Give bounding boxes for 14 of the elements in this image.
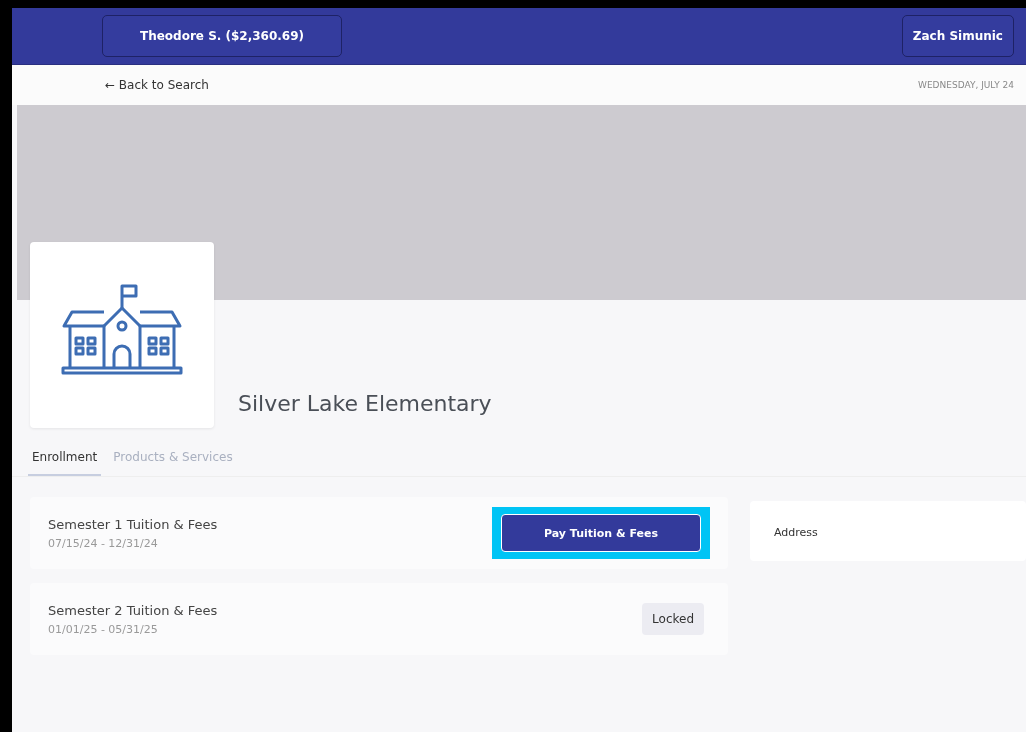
session-title: Semester 2 Tuition & Fees [48,602,218,618]
user-button[interactable]: Zach Simunic [901,15,1014,57]
pay-button[interactable]: Pay Tuition & Fees [501,514,701,552]
locked-badge: Locked [642,603,704,635]
date-label: WEDNESDAY, JULY 24 [918,80,1014,90]
back-link[interactable]: ← Back to Search [105,78,209,92]
session-dates: 07/15/24 - 12/31/24 [48,536,159,550]
school-building-icon [60,282,184,376]
tab[interactable]: Enrollment [28,446,102,476]
session-title: Semester 1 Tuition & Fees [48,516,218,532]
address-label: Address [774,526,818,539]
session-dates: 01/01/25 - 05/31/25 [48,622,159,636]
school-name: Silver Lake Elementary [238,391,492,416]
account-button[interactable]: Theodore S. ($2,360.69) [102,15,342,57]
